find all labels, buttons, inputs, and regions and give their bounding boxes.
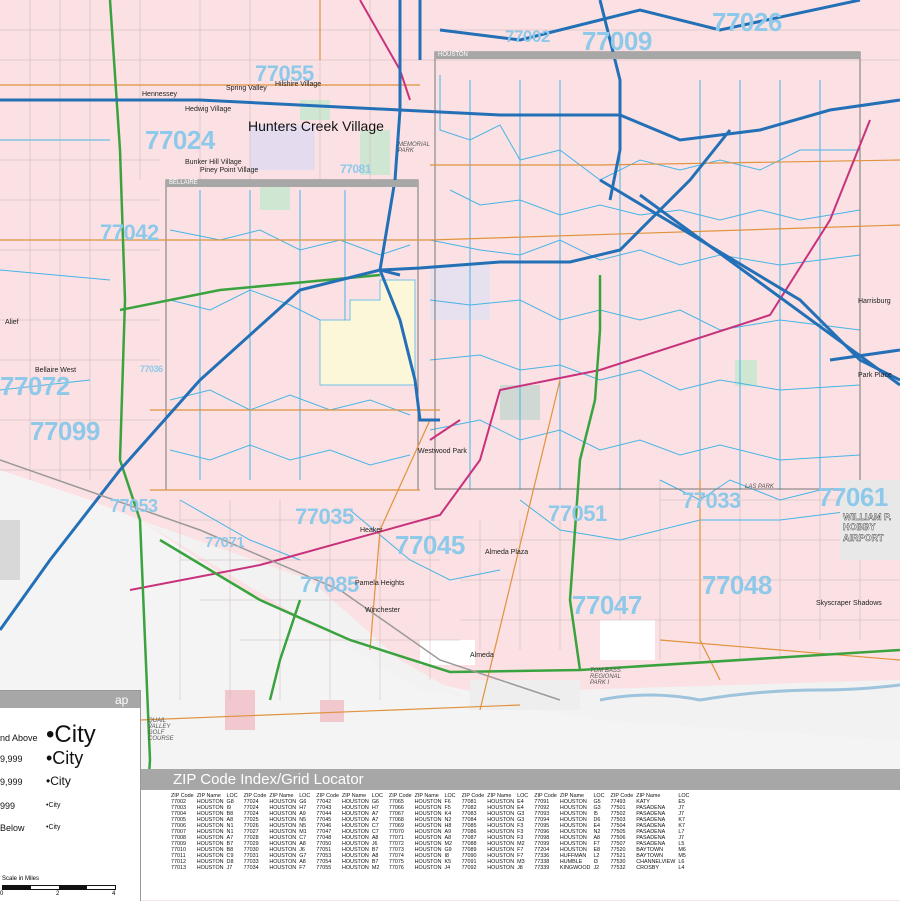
zip-77033: 77033 [682, 488, 741, 513]
zip-code-cell: 77055 [316, 865, 332, 871]
zip-77045: 77045 [395, 530, 465, 560]
place-winchester: Winchester [365, 607, 401, 614]
zip-name-cell: HOUSTON [341, 865, 369, 871]
place-hilshire: Hilshire Village [275, 81, 322, 88]
scale-tick-4: 4 [112, 891, 116, 897]
zip-code-cell: 77013 [171, 865, 186, 871]
legend-row-1-symbol: •City [46, 721, 96, 748]
park-tom-bass: TOM BASS REGIONAL PARK I [590, 668, 621, 686]
bellaire-inset-title: BELLAIRE [166, 180, 418, 187]
legend-row-3-label: 9,999 [0, 777, 23, 787]
zip-77036: 77036 [140, 364, 163, 374]
map-legend: ap nd Above •City 9,999 •City 9,999 •Cit… [0, 690, 141, 901]
zip-loc-cell: M2 [371, 865, 380, 871]
park-memorial: MEMORIAL PARK [398, 142, 430, 154]
zip-code-cell: 77034 [243, 865, 259, 871]
gray-block [225, 690, 255, 730]
legend-row-5-label: Below [0, 823, 25, 833]
zip-index-panel: ZIP Code Index/Grid Locator ZIP Code ZIP … [140, 769, 900, 900]
place-hedwig: Hedwig Village [185, 106, 232, 113]
zip-code-cell: 77092 [461, 865, 477, 871]
park-area [260, 185, 290, 210]
zip-index-title: ZIP Code Index/Grid Locator [141, 769, 900, 790]
park-las: LAS PARK [745, 484, 774, 490]
place-almeda-plaza: Almeda Plaza [485, 549, 529, 556]
zip-77053: 77053 [110, 496, 158, 516]
zip-77085: 77085 [300, 572, 359, 597]
zip-name-cell: HOUSTON [269, 865, 297, 871]
place-westwood-park: Westwood Park [418, 448, 467, 455]
zip-code-cell: 77076 [388, 865, 404, 871]
place-pamela-heights: Pamela Heights [355, 580, 405, 587]
scale-tick-2: 2 [56, 891, 60, 897]
zip-77047: 77047 [572, 590, 642, 620]
village-area [430, 265, 490, 320]
zip-name-cell: KINGWOOD [559, 865, 591, 871]
place-hennessey: Hennessey [142, 91, 178, 98]
legend-row-4-symbol: •City [46, 802, 61, 809]
legend-row-5-symbol: •City [46, 824, 61, 831]
legend-title: ap [0, 691, 140, 708]
gray-block [320, 700, 344, 722]
bellaire-area [319, 279, 416, 386]
place-almeda: Almeda [470, 652, 494, 659]
place-bunker-hill: Bunker Hill Village [185, 159, 242, 166]
zip-name-cell: CROSBY [636, 865, 659, 871]
gray-block [0, 520, 20, 580]
zip-77035: 77035 [295, 504, 354, 529]
legend-row-2-label: 9,999 [0, 754, 23, 764]
zip-77042: 77042 [100, 220, 159, 245]
place-hunters-creek: Hunters Creek Village [248, 118, 384, 134]
airport-label: WILLIAM P. HOBBY AIRPORT [843, 512, 892, 543]
gray-block [600, 620, 655, 660]
zip-index-table: ZIP Code ZIP Name LOC ZIP Code ZIP Name LOC ZI… [171, 793, 695, 871]
zip-name-cell: HOUSTON [487, 865, 515, 871]
park-area [300, 100, 330, 120]
legend-row-2-symbol: •City [46, 748, 84, 768]
place-park-place: Park Place [858, 372, 892, 379]
place-harrisburg: Harrisburg [858, 298, 891, 305]
zip-name-cell: HOUSTON [196, 865, 224, 871]
place-spring-valley: Spring Valley [226, 85, 267, 92]
zip-77051: 77051 [548, 501, 607, 526]
zip-code-cell: 77532 [610, 865, 626, 871]
legend-row-1-label: nd Above [0, 733, 38, 743]
zip-loc-cell: J8 [517, 865, 523, 871]
table-row: 77013 HOUSTON J7 77034 HOUSTON F7 77055 HOUSTON… [171, 865, 695, 871]
houston-inset-frame [434, 51, 861, 490]
park-area [735, 360, 757, 386]
zip-loc-cell: L4 [678, 865, 685, 871]
zip-77048: 77048 [702, 570, 772, 600]
zip-77026: 77026 [712, 7, 782, 37]
place-bellaire-west: Bellaire West [35, 367, 77, 374]
scale-tick-0: 0 [0, 891, 4, 897]
legend-row-4-label: 999 [0, 801, 16, 811]
zip-name-cell: HOUSTON [414, 865, 442, 871]
zip-77024: 77024 [145, 125, 215, 155]
park-quail-valley: QUAIL VALLEY GOLF COURSE [148, 718, 174, 742]
place-heaker: Heaker [360, 527, 383, 534]
place-skyscraper-shadows: Skyscraper Shadows [816, 600, 882, 607]
scale-label: Scale in Miles [2, 876, 40, 882]
zip-code-cell: 77339 [534, 865, 550, 871]
legend-row-3-symbol: •City [46, 774, 71, 788]
zip-loc-cell: J2 [593, 865, 600, 871]
scale-bar: Scale in Miles 0 2 4 [0, 876, 135, 900]
zip-77081: 77081 [340, 162, 371, 176]
zip-77002: 77002 [505, 27, 550, 46]
zip-loc-cell: F7 [299, 865, 306, 871]
place-alief: Alief [5, 319, 19, 326]
zip-77071: 77071 [205, 534, 245, 551]
zip-77072: 77072 [0, 371, 70, 401]
zip-77099: 77099 [30, 416, 100, 446]
place-piney-point: Piney Point Village [200, 167, 259, 174]
scale-line [2, 885, 116, 890]
zip-77009: 77009 [582, 26, 652, 56]
zip-loc-cell: J4 [444, 865, 451, 871]
zip-77061: 77061 [818, 482, 888, 512]
zip-loc-cell: J7 [226, 865, 233, 871]
